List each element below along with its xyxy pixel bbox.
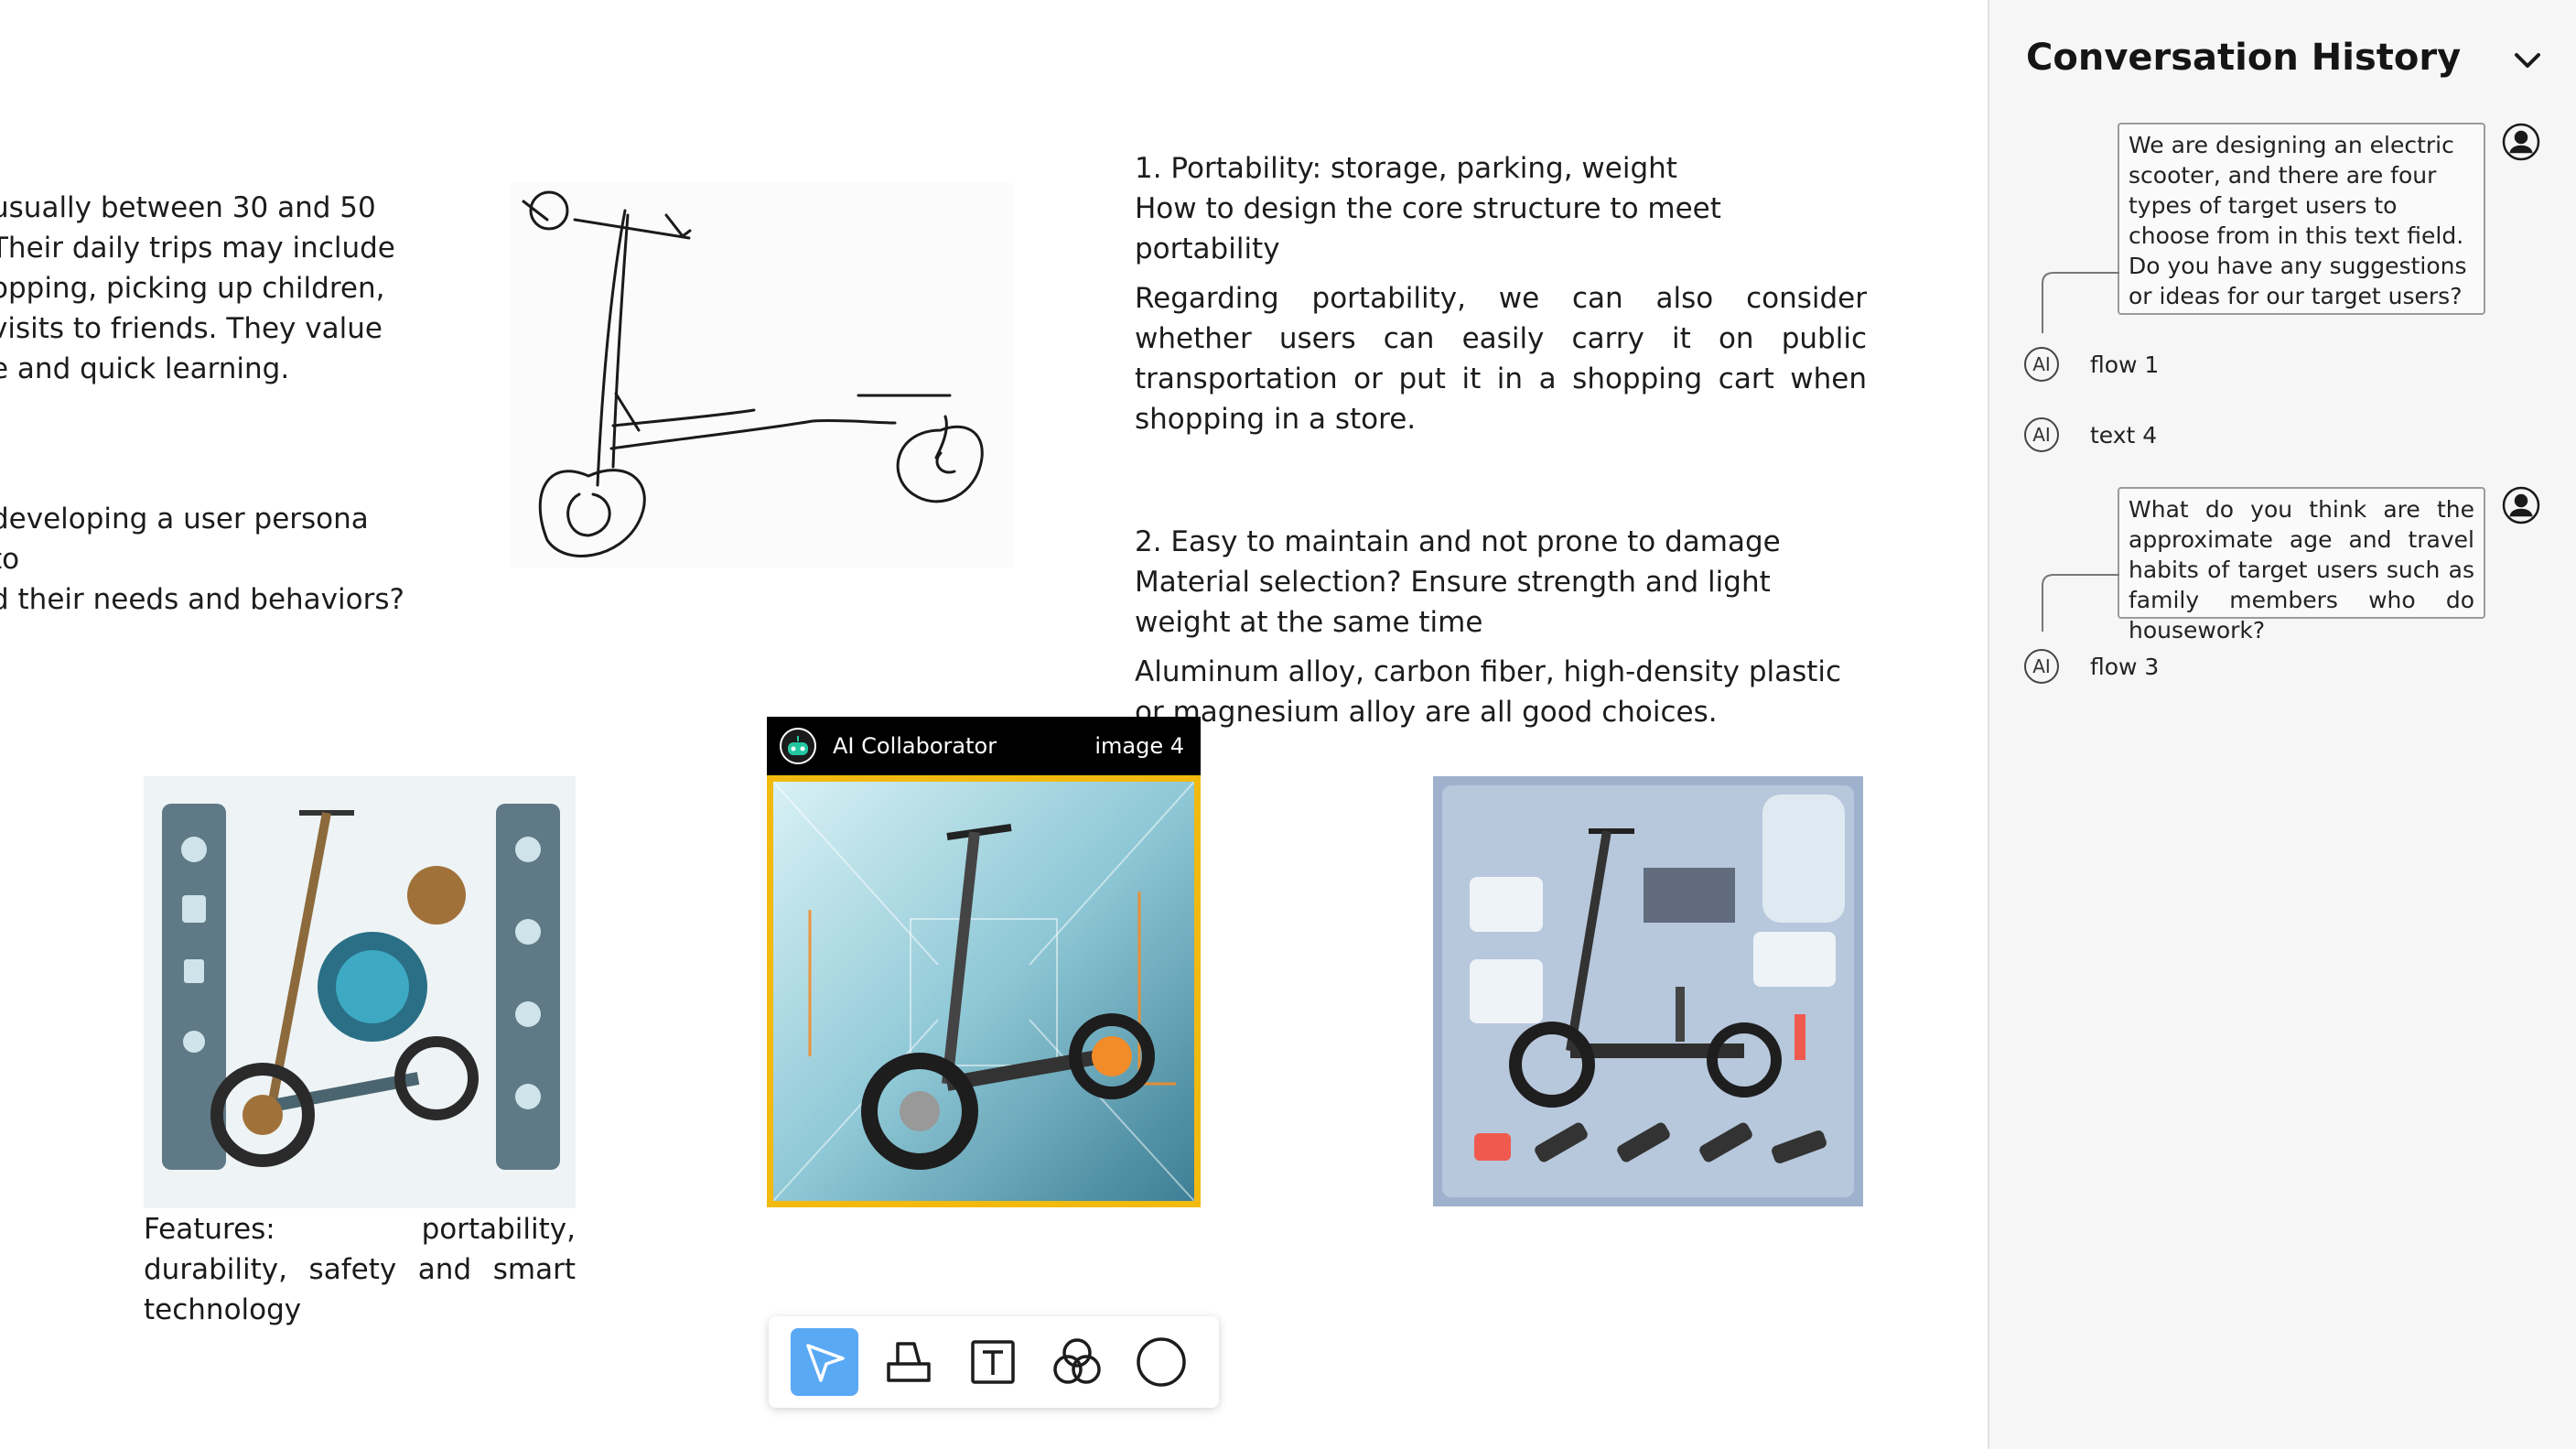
ai-collaborator-title: AI Collaborator — [833, 733, 997, 759]
blend-tool-button[interactable] — [1043, 1328, 1111, 1396]
user-message-1[interactable]: We are designing an electric scooter, an… — [2118, 123, 2485, 315]
image1-caption[interactable]: Features: portability, durability, safet… — [144, 1209, 576, 1330]
point1-subtitle: How to design the core structure to meet… — [1135, 192, 1721, 265]
text-note-persona[interactable]: developing a user persona to d their nee… — [0, 499, 404, 620]
ai-collaborator-header: AI Collaborator image 4 — [767, 717, 1201, 775]
ai-item-label: text 4 — [2090, 421, 2158, 449]
user-avatar-icon — [2502, 486, 2540, 524]
point2-subtitle: Material selection? Ensure strength and … — [1135, 566, 1771, 639]
user-message-2[interactable]: What do you think are the approximate ag… — [2118, 487, 2485, 643]
text-box-icon — [971, 1340, 1015, 1384]
shape-tool-button[interactable] — [875, 1328, 943, 1396]
ai-item-label: flow 1 — [2090, 351, 2160, 378]
select-tool-button[interactable] — [791, 1328, 858, 1396]
point1-title: 1. Portability: storage, parking, weight — [1135, 152, 1677, 185]
selected-image-4[interactable] — [767, 775, 1201, 1207]
point1-body: Regarding portability, we can also consi… — [1135, 282, 1867, 436]
ai-badge-icon: AI — [2024, 417, 2059, 452]
canvas-area[interactable]: usually between 30 and 50 Their daily tr… — [0, 0, 1988, 1449]
ai-collaborator-card[interactable]: AI Collaborator image 4 — [767, 717, 1201, 1207]
circle-icon — [1137, 1337, 1186, 1387]
text-line: e and quick learning. — [0, 352, 290, 385]
robot-icon — [780, 728, 816, 764]
point2-body: Aluminum alloy, carbon fiber, high-densi… — [1135, 655, 1842, 729]
text-line: opping, picking up children, — [0, 272, 385, 305]
ai-badge-icon: AI — [2024, 347, 2059, 382]
point2-title: 2. Easy to maintain and not prone to dam… — [1135, 525, 1781, 558]
text-tool-button[interactable] — [959, 1328, 1027, 1396]
text-line: Their daily trips may include — [0, 232, 395, 265]
ai-badge-icon: AI — [2024, 649, 2059, 684]
ai-item-flow-3[interactable]: AI flow 3 — [2024, 649, 2159, 684]
ai-item-flow-1[interactable]: AI flow 1 — [2024, 347, 2159, 382]
scooter-sketch-image[interactable] — [511, 183, 1014, 568]
thread-connector — [2042, 272, 2119, 333]
text-note-target-users[interactable]: usually between 30 and 50 Their daily tr… — [0, 188, 395, 389]
overlap-circles-icon — [1053, 1338, 1101, 1384]
cursor-arrow-icon — [806, 1344, 845, 1382]
thread-connector — [2042, 574, 2119, 632]
text-line: developing a user persona to — [0, 503, 369, 576]
ai-item-label: flow 3 — [2090, 653, 2160, 680]
text-line: visits to friends. They value — [0, 312, 383, 345]
scooter-infographic-image-1[interactable] — [144, 776, 576, 1208]
scooter-infographic-image-3[interactable] — [1433, 776, 1863, 1206]
ai-item-text-4[interactable]: AI text 4 — [2024, 417, 2157, 452]
user-avatar-icon — [2502, 123, 2540, 161]
shape-block-icon — [887, 1342, 931, 1382]
text-line: d their needs and behaviors? — [0, 583, 404, 616]
bottom-toolbar — [769, 1316, 1219, 1408]
text-note-design-points[interactable]: 1. Portability: storage, parking, weight… — [1135, 148, 1867, 732]
chevron-down-icon[interactable] — [2511, 44, 2544, 77]
panel-title: Conversation History — [2026, 37, 2462, 79]
image-tag: image 4 — [1094, 733, 1184, 759]
text-line: usually between 30 and 50 — [0, 191, 376, 224]
circle-tool-button[interactable] — [1127, 1328, 1195, 1396]
